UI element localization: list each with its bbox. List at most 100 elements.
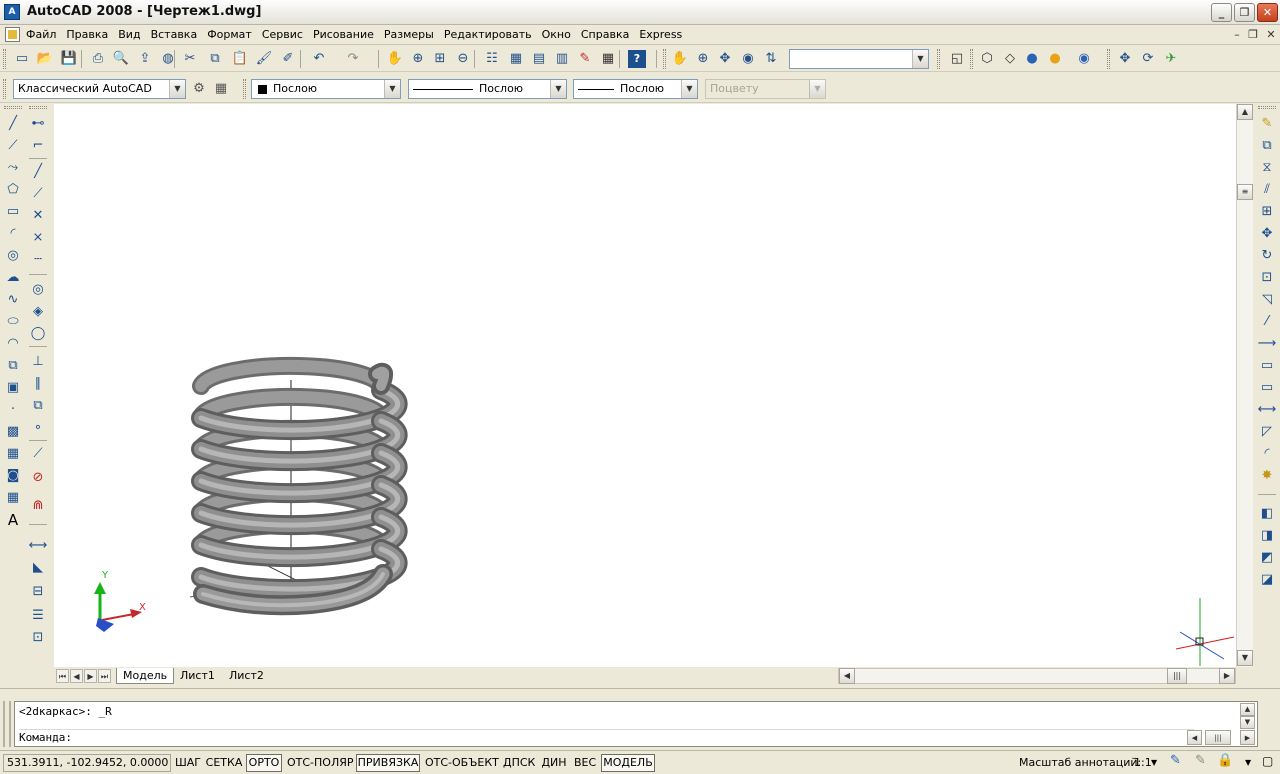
center-icon[interactable]: ◎	[28, 280, 48, 300]
quadrant-icon[interactable]: ◈	[28, 302, 48, 322]
minimize-button[interactable]: _	[1211, 3, 1232, 22]
dimension-ordinate-icon[interactable]: ⊟	[28, 582, 48, 602]
midpoint-icon[interactable]: ⟋	[28, 184, 48, 204]
plot-preview-icon[interactable]: 🔍	[112, 50, 130, 68]
close-button[interactable]: ✕	[1257, 3, 1278, 22]
endpoint-icon[interactable]: ╱	[28, 162, 48, 182]
break-icon[interactable]: ▭	[1257, 378, 1277, 398]
free-orbit-icon[interactable]: ✈	[1162, 50, 1180, 68]
lineweight-combo[interactable]: Послою ▼	[573, 79, 698, 99]
make-block-icon[interactable]: ▣	[3, 378, 23, 398]
plot-icon[interactable]: ⎙	[89, 50, 107, 68]
scroll-up-icon[interactable]: ▲	[1237, 104, 1253, 120]
snap-from-icon[interactable]: ⌐	[28, 136, 48, 156]
tab-model[interactable]: Модель	[116, 668, 175, 684]
line-icon[interactable]: ╱	[3, 114, 23, 134]
node-icon[interactable]: ∘	[28, 418, 48, 438]
dimension-linear-icon[interactable]: ⟷	[28, 536, 48, 556]
sheet-set-icon[interactable]: ▥	[553, 50, 571, 68]
save-icon[interactable]: 💾	[60, 50, 78, 68]
insert-point-icon[interactable]: ⧉	[28, 396, 48, 416]
menu-item-5[interactable]: Сервис	[262, 28, 303, 41]
scroll-thumb[interactable]: ≡	[1237, 184, 1253, 200]
hatch-icon[interactable]: ▩	[3, 422, 23, 442]
multiline-text-icon[interactable]: A	[3, 510, 23, 530]
calculator-icon[interactable]: ▦	[599, 50, 617, 68]
properties-icon[interactable]: ☷	[483, 50, 501, 68]
scroll-right-icon[interactable]: ▶	[1219, 668, 1235, 684]
manage-visual-styles-icon[interactable]: ◉	[1075, 50, 1093, 68]
table-icon[interactable]: ▦	[3, 488, 23, 508]
menu-item-8[interactable]: Редактировать	[444, 28, 532, 41]
gradient-icon[interactable]: ▦	[3, 444, 23, 464]
scale-icon[interactable]: ⊡	[1257, 268, 1277, 288]
command-prompt[interactable]: Команда:	[19, 729, 1194, 744]
orbit-icon[interactable]: ✥	[716, 50, 734, 68]
ellipse-arc-icon[interactable]: ◠	[3, 334, 23, 354]
rectangle-icon[interactable]: ▭	[3, 202, 23, 222]
chamfer-icon[interactable]: ◸	[1257, 422, 1277, 442]
copy-object-icon[interactable]: ⧉	[1257, 136, 1277, 156]
3d-wireframe-icon[interactable]: ◇	[1001, 50, 1019, 68]
doc-restore-button[interactable]: ❐	[1245, 28, 1261, 42]
point-icon[interactable]: ·	[3, 400, 23, 420]
tangent-icon[interactable]: ◯	[28, 324, 48, 344]
menu-item-6[interactable]: Рисование	[313, 28, 374, 41]
status-toggle-4[interactable]: ПРИВЯЗКА	[356, 754, 420, 772]
menu-item-0[interactable]: Файл	[26, 28, 56, 41]
parallel-icon[interactable]: ∥	[28, 374, 48, 394]
doc-minimize-button[interactable]: –	[1229, 28, 1245, 42]
workspace-combo[interactable]: Классический AutoCAD ▼	[13, 79, 186, 99]
menu-item-9[interactable]: Окно	[542, 28, 571, 41]
chevron-down-icon[interactable]: ▼	[384, 80, 400, 98]
chevron-down-icon[interactable]: ▼	[1151, 755, 1157, 771]
3d-orbit-icon[interactable]: ⟳	[1139, 50, 1157, 68]
toolbar-grip[interactable]	[243, 79, 246, 99]
zoom-extents-icon[interactable]: ⊕	[694, 50, 712, 68]
tab-layout2[interactable]: Лист2	[223, 668, 270, 684]
construction-line-icon[interactable]: ⟋	[3, 136, 23, 156]
toolbar-grip[interactable]	[29, 106, 47, 109]
perpendicular-icon[interactable]: ⊥	[28, 352, 48, 372]
status-toggle-3[interactable]: ОТС-ПОЛЯР	[286, 754, 354, 772]
horizontal-scrollbar[interactable]: ◀ ||| ▶	[838, 668, 1236, 684]
design-center-icon[interactable]: ▦	[507, 50, 525, 68]
toolbar-grip[interactable]	[3, 49, 6, 69]
chevron-down-icon[interactable]: ▼	[912, 50, 928, 68]
cmd-scroll-up-icon[interactable]: ▲	[1240, 703, 1255, 716]
offset-icon[interactable]: ⫽	[1257, 180, 1277, 200]
spring-3d-model[interactable]	[191, 356, 408, 616]
cmd-scroll-down-icon[interactable]: ▼	[1240, 716, 1255, 729]
chevron-down-icon[interactable]: ▼	[681, 80, 697, 98]
status-menu-chevron-icon[interactable]: ▼	[1245, 755, 1251, 771]
temp-track-icon[interactable]: ⊷	[28, 114, 48, 134]
camera-icon[interactable]: ◉	[739, 50, 757, 68]
walk-icon[interactable]: ⇅	[762, 50, 780, 68]
status-toggle-6[interactable]: ДПСК	[502, 754, 536, 772]
join-icon[interactable]: ⟷	[1257, 400, 1277, 420]
status-toggle-9[interactable]: МОДЕЛЬ	[601, 754, 655, 772]
undo-icon[interactable]: ↶	[310, 50, 328, 68]
last-tab-icon[interactable]: ⏭	[98, 669, 111, 683]
conceptual-style-icon[interactable]: ●	[1046, 50, 1064, 68]
scroll-thumb[interactable]: |||	[1167, 668, 1187, 684]
3d-box-icon[interactable]: ⬡	[978, 50, 996, 68]
annotation-visibility-icon[interactable]: ✎	[1170, 753, 1181, 769]
rotate-icon[interactable]: ↻	[1257, 246, 1277, 266]
ellipse-icon[interactable]: ⬭	[3, 312, 23, 332]
publish-icon[interactable]: ⇪	[136, 50, 154, 68]
redo-icon[interactable]: ↷	[344, 50, 362, 68]
zoom-previous-icon[interactable]: ⊖	[454, 50, 472, 68]
auto-scale-icon[interactable]: ✎	[1195, 753, 1206, 769]
status-toggle-1[interactable]: СЕТКА	[204, 754, 244, 772]
circle-icon[interactable]: ◎	[3, 246, 23, 266]
linetype-combo[interactable]: Послою ▼	[408, 79, 567, 99]
snap-none-icon[interactable]: ⊘	[28, 468, 48, 488]
new-icon[interactable]: ▭	[13, 50, 31, 68]
help-icon[interactable]: ?	[628, 50, 646, 68]
status-toggle-0[interactable]: ШАГ	[174, 754, 202, 772]
save-workspace-icon[interactable]: ▦	[212, 80, 230, 98]
draworder-back-icon[interactable]: ◨	[1257, 526, 1277, 546]
first-tab-icon[interactable]: ⏮	[56, 669, 69, 683]
menu-item-11[interactable]: Express	[639, 28, 682, 41]
